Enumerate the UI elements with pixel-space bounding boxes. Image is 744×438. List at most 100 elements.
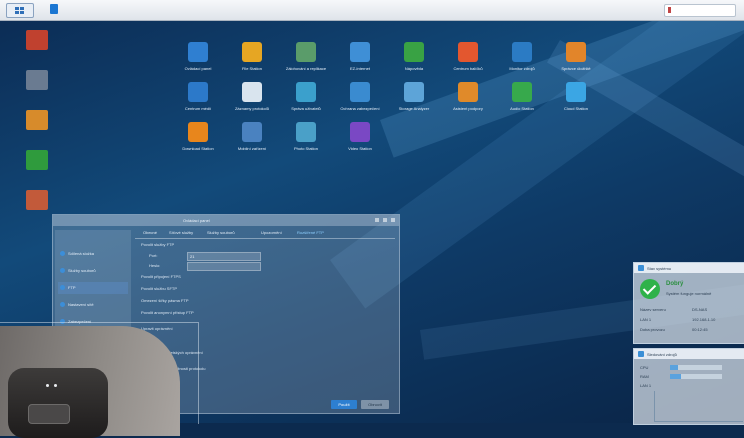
- sidebar-item-icon: [60, 319, 65, 324]
- setting-text: Omezení šířky pásma FTP: [141, 298, 189, 303]
- search-icon: [668, 7, 671, 13]
- sidebar-item-label: Sdílená složka: [68, 251, 95, 256]
- control-panel-icon: [188, 42, 208, 62]
- reset-button[interactable]: Obnovit: [361, 400, 389, 409]
- user-icon: [296, 82, 316, 102]
- status-led: [46, 384, 49, 387]
- sidebar-item-label: FTP: [68, 285, 76, 290]
- close-icon[interactable]: [391, 218, 395, 222]
- nas-front-panel: [8, 368, 108, 438]
- menu-app-cloud-station[interactable]: Cloud Station: [548, 78, 604, 124]
- file-station-icon: [50, 4, 58, 14]
- app-label: Storage Analyzer: [398, 106, 430, 111]
- ez-internet-icon: [350, 42, 370, 62]
- sidebar-item[interactable]: Nastavení sítě: [58, 299, 128, 311]
- widgets-panel: Stav systému Dobrý Systém funguje normál…: [633, 262, 744, 425]
- app-shortcut-icon[interactable]: [26, 30, 48, 50]
- menu-app-audio-station[interactable]: Audio Station: [494, 78, 550, 124]
- taskbar-file-station-button[interactable]: [44, 3, 62, 16]
- info-key: Název serveru: [640, 307, 666, 312]
- download-station-icon: [188, 122, 208, 142]
- resource-monitor-icon: [638, 351, 644, 357]
- tab[interactable]: Služby souborů: [207, 230, 235, 235]
- menu-app-mobile-devices[interactable]: Mobilní zařízení: [224, 118, 280, 164]
- app-label: EZ-Internet: [349, 66, 370, 71]
- window-title: Ovládací panel: [183, 218, 210, 223]
- control-panel-tabs: Obecné Síťové služby Služby souborů Upozorn…: [135, 228, 395, 239]
- menu-app-storage-analyzer[interactable]: Storage Analyzer: [386, 78, 442, 124]
- maximize-icon[interactable]: [383, 218, 387, 222]
- app-label: Správce úložiště: [561, 66, 591, 71]
- drive-icon[interactable]: [26, 70, 48, 90]
- resource-monitor-widget: Sledování zdrojů CPU RAM LAN 1: [633, 348, 744, 425]
- app-label: Centrum balíčků: [453, 66, 483, 71]
- apply-button[interactable]: Použít: [331, 400, 357, 409]
- main-menu-button[interactable]: [6, 3, 34, 18]
- info-value: DS-NAS: [692, 307, 708, 312]
- sidebar-item[interactable]: Služby souborů: [58, 265, 128, 277]
- power-button: [28, 404, 70, 424]
- tab[interactable]: Upozornění: [261, 230, 282, 235]
- sidebar-item-icon: [60, 285, 65, 290]
- tab[interactable]: Obecné: [143, 230, 157, 235]
- minimize-icon[interactable]: [375, 218, 379, 222]
- storage-manager-icon: [566, 42, 586, 62]
- system-health-widget: Stav systému Dobrý Systém funguje normál…: [633, 262, 744, 344]
- health-icon: [638, 265, 644, 271]
- support-icon: [458, 82, 478, 102]
- widget-title: Sledování zdrojů: [647, 352, 677, 357]
- folder-icon[interactable]: [26, 110, 48, 130]
- app-label: File Station: [241, 66, 262, 71]
- log-center-icon: [242, 82, 262, 102]
- help-book-icon[interactable]: [26, 150, 48, 170]
- app-label: Photo Station: [293, 146, 319, 151]
- network-graph: [654, 391, 743, 422]
- sidebar-item-label: Služby souborů: [68, 268, 96, 273]
- app-label: Video Station: [348, 146, 372, 151]
- setting-text: Heslo:: [149, 263, 161, 268]
- package-center-icon: [458, 42, 478, 62]
- search-input[interactable]: [664, 4, 736, 17]
- storage-analyzer-icon: [404, 82, 424, 102]
- audio-station-icon: [512, 82, 532, 102]
- health-message: Systém funguje normálně: [666, 291, 712, 296]
- setting-text: Povolit službu SFTP: [141, 286, 178, 291]
- app-label: Ovládací panel: [184, 66, 212, 71]
- password-field[interactable]: [187, 262, 261, 271]
- taskbar: [0, 0, 744, 21]
- app-label: Centrum médií: [184, 106, 212, 111]
- window-titlebar[interactable]: Ovládací panel: [53, 215, 399, 226]
- health-status: Dobrý: [666, 281, 684, 287]
- sidebar-item[interactable]: FTP: [58, 282, 128, 294]
- tab[interactable]: Síťové služby: [169, 230, 193, 235]
- menu-app-download-station[interactable]: Download Station: [170, 118, 226, 164]
- backup-icon[interactable]: [26, 190, 48, 210]
- backup-replication-icon: [296, 42, 316, 62]
- mobile-devices-icon: [242, 122, 262, 142]
- file-station-icon: [242, 42, 262, 62]
- tab[interactable]: Rozšířené FTP: [297, 230, 324, 235]
- app-label: Monitor zdrojů: [509, 66, 535, 71]
- app-label: Záznamy protokolů: [234, 106, 269, 111]
- port-field[interactable]: 21: [187, 252, 261, 261]
- sidebar-item[interactable]: Sdílená složka: [58, 248, 128, 260]
- info-key: LAN 1: [640, 317, 652, 322]
- ok-check-icon: [640, 279, 660, 299]
- sidebar-item-icon: [60, 268, 65, 273]
- cpu-label: CPU: [640, 365, 649, 370]
- sidebar-item-icon: [60, 251, 65, 256]
- help-icon: [404, 42, 424, 62]
- sidebar-item-icon: [60, 302, 65, 307]
- menu-app-photo-station[interactable]: Photo Station: [278, 118, 334, 164]
- app-label: Audio Station: [510, 106, 534, 111]
- menu-app-video-station[interactable]: Video Station: [332, 118, 388, 164]
- lan-label: LAN 1: [640, 383, 652, 388]
- setting-text: Port:: [149, 253, 158, 258]
- video-station-icon: [350, 122, 370, 142]
- photo-station-icon: [296, 122, 316, 142]
- menu-app-support[interactable]: Asistent podpory: [440, 78, 496, 124]
- info-key: Doba provozu: [640, 327, 665, 332]
- cloud-station-icon: [566, 82, 586, 102]
- setting-text: Povolit připojení FTPS: [141, 274, 181, 279]
- info-value: 00:12:45: [692, 327, 708, 332]
